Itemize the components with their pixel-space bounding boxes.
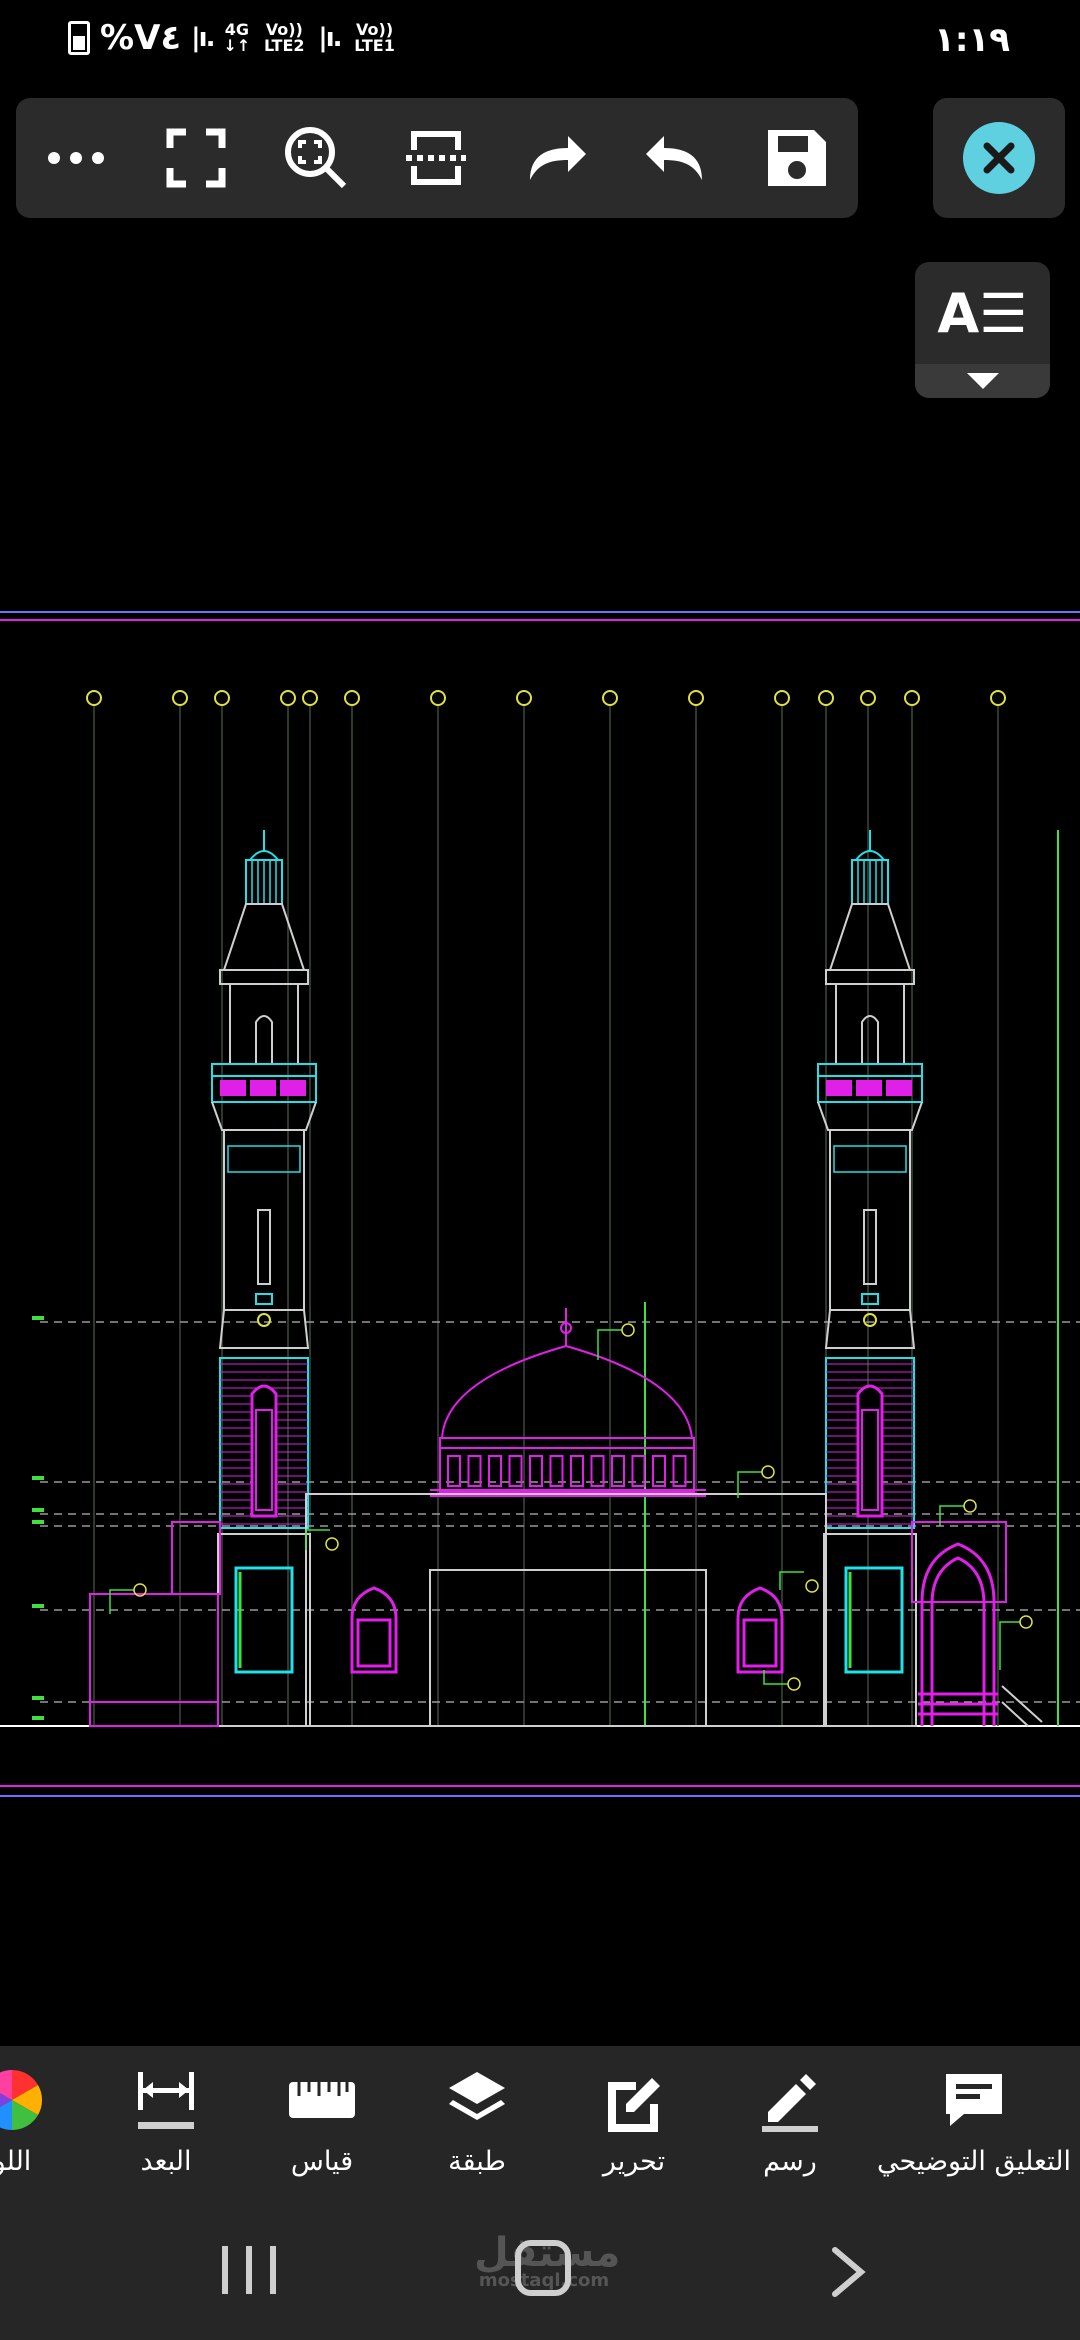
text-style-button[interactable]: A☰ — [915, 262, 1050, 398]
more-icon — [48, 152, 104, 164]
tool-color[interactable]: اللو — [0, 2064, 44, 2177]
tool-edit[interactable]: تحرير — [594, 2064, 674, 2177]
tool-dimension-label: البعد — [140, 2146, 192, 2177]
section-button[interactable] — [376, 98, 496, 218]
close-icon — [983, 142, 1015, 174]
tool-annotation[interactable]: التعليق التوضيحي — [876, 2064, 1072, 2177]
section-icon — [406, 131, 466, 185]
bottom-toolbar: التعليق التوضيحي رسم تحرير طبقة قياس الب… — [0, 2046, 1080, 2220]
central-dome — [430, 1308, 706, 1497]
redo-button[interactable] — [496, 98, 616, 218]
ruler-icon — [289, 2082, 355, 2118]
color-wheel-icon — [0, 2069, 43, 2131]
dimension-icon — [138, 2072, 194, 2129]
layers-icon — [449, 2072, 505, 2120]
edit-icon — [608, 2078, 660, 2132]
level-markers — [32, 1316, 44, 1720]
chevron-down-icon — [915, 364, 1050, 398]
minaret-right — [817, 830, 923, 1727]
system-nav-bar: مستقل mostaql.com — [0, 2220, 1080, 2340]
zoom-fit-button[interactable] — [256, 98, 376, 218]
save-icon — [768, 130, 826, 186]
undo-icon — [646, 136, 702, 180]
clock: ١:١٩ — [934, 20, 1010, 60]
signal-icon-2: |ı. — [318, 23, 342, 53]
volte-1: Vo)) LTE1 — [354, 20, 395, 55]
battery-percent: %V٤ — [100, 18, 182, 58]
tool-measure-label: قياس — [290, 2146, 354, 2177]
tool-draw-label: رسم — [763, 2146, 817, 2177]
zoom-fit-icon — [285, 127, 347, 189]
save-button[interactable] — [736, 98, 856, 218]
tool-measure[interactable]: قياس — [282, 2064, 362, 2177]
arched-windows — [350, 1586, 784, 1674]
tool-edit-label: تحرير — [602, 2146, 666, 2177]
battery-icon — [68, 21, 90, 55]
network-indicator: 4G ↓↑ — [223, 20, 251, 55]
home-button[interactable] — [515, 2240, 571, 2296]
draw-pen-icon — [762, 2074, 818, 2132]
annotation-leaders — [109, 1323, 1033, 1691]
tool-layer[interactable]: طبقة — [437, 2064, 517, 2177]
fullscreen-button[interactable] — [136, 98, 256, 218]
level-lines — [40, 1321, 1080, 1703]
close-button[interactable] — [963, 122, 1035, 194]
tool-draw[interactable]: رسم — [750, 2064, 830, 2177]
tool-layer-label: طبقة — [448, 2146, 506, 2177]
top-toolbar — [16, 98, 858, 218]
status-bar: %V٤ |ı. 4G ↓↑ Vo)) LTE2 |ı. Vo)) LTE1 ١:١… — [0, 0, 1080, 80]
status-left: %V٤ |ı. 4G ↓↑ Vo)) LTE2 |ı. Vo)) LTE1 — [68, 18, 399, 58]
fullscreen-icon — [166, 128, 226, 188]
recent-apps-button[interactable] — [214, 2240, 284, 2300]
right-portal — [918, 1542, 1043, 1727]
volte-2: Vo)) LTE2 — [264, 20, 305, 55]
undo-button[interactable] — [616, 98, 736, 218]
minaret-left — [211, 830, 317, 1727]
close-panel — [933, 98, 1065, 218]
back-button[interactable] — [825, 2244, 871, 2300]
redo-icon — [530, 136, 586, 180]
signal-icon: |ı. — [191, 23, 215, 53]
text-style-icon: A☰ — [937, 282, 1028, 345]
tool-color-label: اللو — [0, 2146, 32, 2177]
tool-annotation-label: التعليق التوضيحي — [877, 2146, 1071, 2177]
more-button[interactable] — [16, 98, 136, 218]
entrance-doors — [234, 1566, 904, 1674]
cad-drawing-canvas[interactable] — [0, 590, 1080, 1830]
annotation-icon — [946, 2074, 1002, 2126]
tool-dimension[interactable]: البعد — [126, 2064, 206, 2177]
frame-lines — [0, 611, 1080, 1797]
